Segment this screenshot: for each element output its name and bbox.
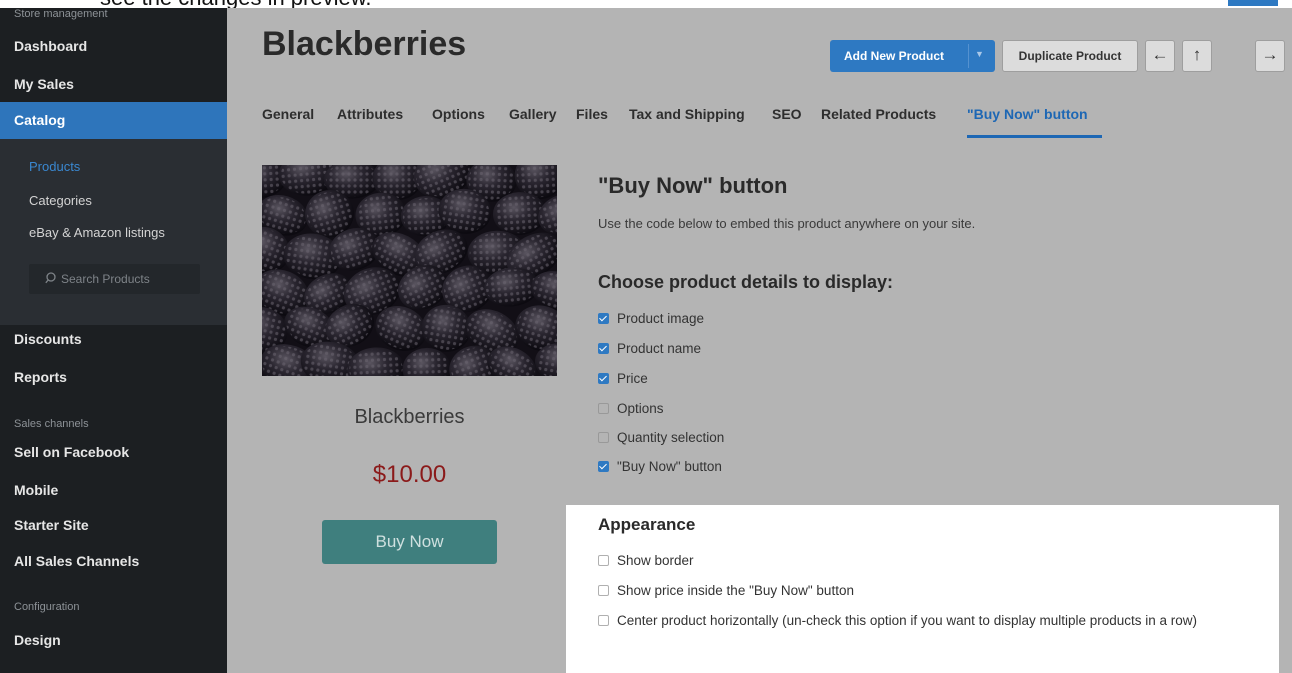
sidebar-section-configuration: Configuration	[14, 601, 80, 613]
option-label: "Buy Now" button	[617, 459, 722, 474]
tab-tax-and-shipping[interactable]: Tax and Shipping	[629, 106, 745, 122]
caption-text: see the changes in preview.	[100, 0, 372, 8]
checkbox-unchecked[interactable]	[598, 555, 609, 566]
tab-attributes[interactable]: Attributes	[337, 106, 403, 122]
sidebar-item-all-sales-channels[interactable]: All Sales Channels	[14, 553, 139, 569]
sidebar-item-reports[interactable]: Reports	[14, 369, 67, 385]
appearance-panel: Appearance Show border Show price inside…	[566, 505, 1279, 673]
option-label: Show border	[617, 553, 694, 568]
checkbox-checked[interactable]	[598, 461, 609, 472]
preview-product-name: Blackberries	[354, 406, 465, 428]
sidebar-section-sales-channels: Sales channels	[14, 418, 89, 430]
tab-seo[interactable]: SEO	[772, 106, 802, 122]
sidebar-item-catalog-label: Catalog	[14, 112, 66, 128]
sidebar-item-mobile[interactable]: Mobile	[14, 482, 58, 498]
option-product-name[interactable]: Product name	[598, 341, 701, 356]
choose-details-heading: Choose product details to display:	[598, 272, 894, 292]
option-label: Quantity selection	[617, 430, 725, 445]
preview-buy-now-button[interactable]: Buy Now	[322, 520, 497, 564]
sidebar: Store management Dashboard My Sales Cata…	[0, 8, 227, 673]
checkbox-unchecked[interactable]	[598, 432, 609, 443]
option-label: Options	[617, 401, 664, 416]
arrow-up-icon[interactable]: ↑	[1182, 40, 1212, 72]
embed-description: Use the code below to embed this product…	[598, 216, 976, 231]
option-options[interactable]: Options	[598, 401, 664, 416]
sidebar-item-starter-site[interactable]: Starter Site	[14, 517, 89, 533]
catalog-subpanel: Products Categories eBay & Amazon listin…	[0, 139, 227, 325]
option-label: Product name	[617, 341, 702, 356]
sidebar-item-sell-on-facebook[interactable]: Sell on Facebook	[14, 444, 129, 460]
option-price[interactable]: Price	[598, 371, 648, 386]
add-new-product-label: Add New Product	[844, 49, 945, 63]
option-label: Show price inside the "Buy Now" button	[617, 583, 854, 598]
arrow-left-icon[interactable]: ←	[1145, 40, 1175, 72]
sidebar-item-design[interactable]: Design	[14, 632, 61, 648]
active-tab-indicator	[967, 135, 1102, 138]
sidebar-item-dashboard[interactable]: Dashboard	[14, 38, 87, 54]
sidebar-subitem-ebay-amazon[interactable]: eBay & Amazon listings	[29, 225, 165, 240]
checkbox-checked[interactable]	[598, 313, 609, 324]
checkbox-unchecked[interactable]	[598, 615, 609, 626]
sidebar-section-store-management: Store management	[14, 8, 108, 20]
checkbox-checked[interactable]	[598, 373, 609, 384]
option-show-price-inside[interactable]: Show price inside the "Buy Now" button	[598, 583, 854, 598]
option-show-border[interactable]: Show border	[598, 553, 694, 568]
tab-gallery[interactable]: Gallery	[509, 106, 556, 122]
main-panel: Blackberries Add New Product ▼ Duplicate…	[227, 8, 1292, 673]
tab-related-products[interactable]: Related Products	[821, 106, 936, 122]
option-label: Center product horizontally (un-check th…	[617, 613, 1198, 628]
search-icon	[45, 272, 56, 284]
tab-buy-now-button[interactable]: "Buy Now" button	[967, 106, 1088, 122]
buy-now-heading: "Buy Now" button	[598, 173, 788, 198]
checkbox-checked[interactable]	[598, 343, 609, 354]
duplicate-product-button[interactable]: Duplicate Product	[1002, 40, 1138, 72]
sidebar-search-input[interactable]: Search Products	[29, 264, 200, 294]
caption-strip: see the changes in preview.	[0, 0, 1292, 8]
preview-product-price: $10.00	[372, 461, 447, 488]
option-quantity-selection[interactable]: Quantity selection	[598, 430, 724, 445]
sidebar-subitem-products[interactable]: Products	[29, 159, 80, 174]
page-title: Blackberries	[262, 25, 467, 63]
button-divider	[968, 44, 969, 68]
search-placeholder: Search Products	[61, 272, 150, 286]
add-new-product-button[interactable]: Add New Product ▼	[830, 40, 995, 72]
tab-files[interactable]: Files	[576, 106, 608, 122]
sidebar-item-my-sales[interactable]: My Sales	[14, 76, 74, 92]
sidebar-item-discounts[interactable]: Discounts	[14, 331, 82, 347]
checkbox-unchecked[interactable]	[598, 403, 609, 414]
blackberries-photo	[262, 165, 557, 376]
option-label: Price	[617, 371, 648, 386]
option-label: Product image	[617, 311, 705, 326]
appearance-heading: Appearance	[598, 515, 696, 534]
arrow-right-icon[interactable]: →	[1255, 40, 1285, 72]
sidebar-subitem-categories[interactable]: Categories	[29, 193, 92, 208]
sidebar-item-catalog[interactable]: Catalog	[0, 102, 227, 139]
option-buy-now-button[interactable]: "Buy Now" button	[598, 459, 722, 474]
chevron-down-icon[interactable]: ▼	[975, 49, 984, 59]
option-product-image[interactable]: Product image	[598, 311, 704, 326]
option-center-horizontally[interactable]: Center product horizontally (un-check th…	[598, 610, 1278, 631]
checkbox-unchecked[interactable]	[598, 585, 609, 596]
corner-tab	[1228, 0, 1278, 6]
product-image	[262, 165, 557, 376]
tab-general[interactable]: General	[262, 106, 314, 122]
tab-options[interactable]: Options	[432, 106, 485, 122]
